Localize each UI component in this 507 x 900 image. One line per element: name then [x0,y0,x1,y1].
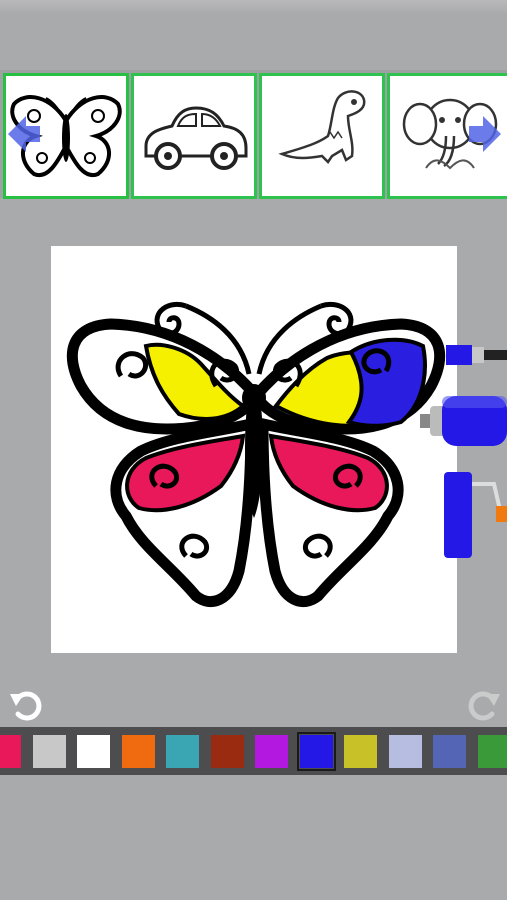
thumbnail-dinosaur[interactable] [259,73,385,199]
top-bar [0,0,507,14]
color-swatch[interactable] [477,735,507,768]
undo-icon[interactable] [8,686,44,722]
color-swatch[interactable] [121,735,155,768]
car-thumbnail-icon [144,106,248,170]
color-swatch[interactable] [210,735,244,768]
paint-brush-tool[interactable] [446,340,507,370]
spray-can-tool[interactable] [420,392,507,452]
redo-icon[interactable] [466,686,502,722]
coloring-canvas[interactable] [51,246,457,653]
color-swatch[interactable] [255,735,288,768]
arrow-right-icon[interactable] [465,112,505,156]
color-swatch[interactable] [388,735,422,768]
color-swatch[interactable] [344,735,377,768]
color-swatch[interactable] [433,735,466,768]
butterfly-drawing [66,302,446,608]
thumbnail-car[interactable] [131,73,257,199]
color-swatch[interactable] [0,735,21,768]
color-palette [0,727,507,775]
color-swatch[interactable] [77,735,110,768]
arrow-left-icon[interactable] [4,112,44,156]
color-swatch[interactable] [296,732,336,771]
color-swatch[interactable] [166,735,199,768]
dinosaur-thumbnail-icon [278,90,366,164]
color-swatch[interactable] [32,735,66,768]
paint-roller-tool[interactable] [444,466,507,560]
